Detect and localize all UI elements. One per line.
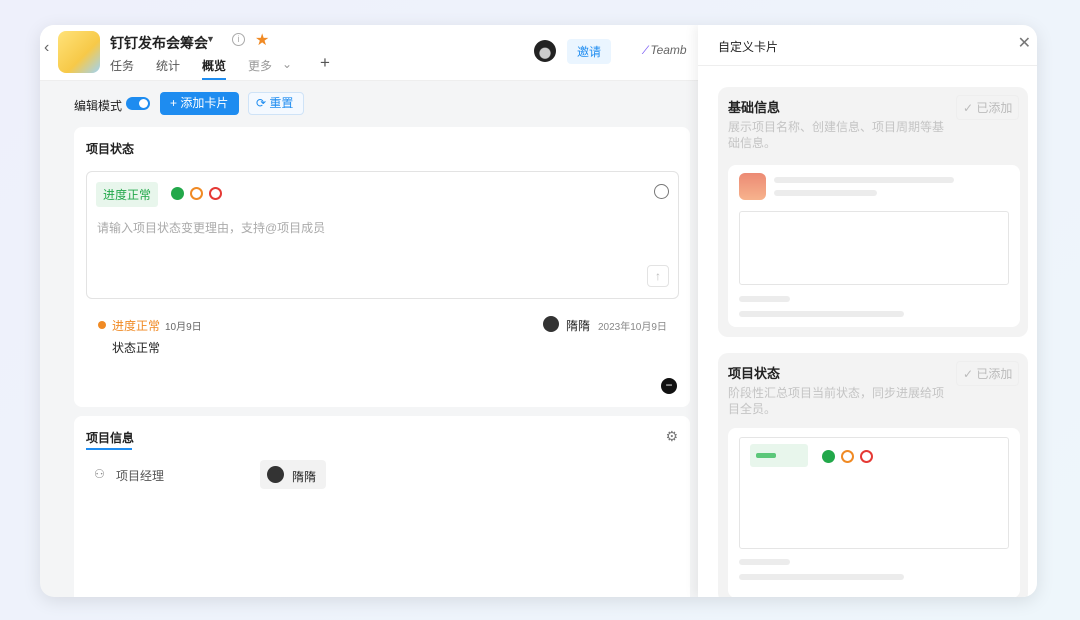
history-icon[interactable] xyxy=(654,184,669,199)
chevron-down-icon[interactable]: ⌄ xyxy=(282,57,292,71)
manager-label: 项目经理 xyxy=(116,469,165,483)
star-icon[interactable]: ★ xyxy=(255,30,269,50)
building-icon xyxy=(739,173,766,200)
header: ‹ 钉钉发布会筹会 ▼ i ★ 任务 统计 概览 更多 ⌄ + 邀请 ⁄ Tea… xyxy=(40,25,700,81)
teambition-label: Teamb xyxy=(650,43,687,57)
status-orange[interactable] xyxy=(190,187,203,200)
tab-stats[interactable]: 统计 xyxy=(156,57,180,74)
card-template-basic[interactable]: 基础信息 ✓ 已添加 展示项目名称、创建信息、项目周期等基础信息。 xyxy=(718,87,1028,337)
card-title: 项目信息 xyxy=(86,431,135,445)
refresh-icon: ⟳ xyxy=(256,96,270,110)
remove-card-icon[interactable]: − xyxy=(661,378,677,394)
info-icon[interactable]: i xyxy=(232,33,245,46)
close-icon[interactable]: ✕ xyxy=(1018,33,1031,53)
reset-label: 重置 xyxy=(269,96,294,110)
log-user: 隋隋 xyxy=(566,319,591,333)
back-icon[interactable]: ‹ xyxy=(44,39,49,57)
teambition-link[interactable]: ⁄ Teamb xyxy=(645,43,687,57)
template-title: 基础信息 xyxy=(728,100,781,115)
title-underline xyxy=(86,448,132,450)
status-red xyxy=(860,450,873,463)
invite-button[interactable]: 邀请 xyxy=(567,39,612,64)
status-green[interactable] xyxy=(171,187,184,200)
reason-input[interactable]: 请输入项目状态变更理由，支持@项目成员 xyxy=(97,219,325,236)
project-status-card: 项目状态 进度正常 请输入项目状态变更理由，支持@项目成员 ↑ 进度正常 10月… xyxy=(74,127,690,407)
status-red[interactable] xyxy=(209,187,222,200)
edit-mode-toggle[interactable] xyxy=(126,97,150,110)
log-time: 2023年10月9日 xyxy=(598,322,667,333)
added-label: 已添加 xyxy=(976,367,1013,381)
tab-tasks[interactable]: 任务 xyxy=(110,57,134,74)
status-green xyxy=(822,450,835,463)
panel-title: 自定义卡片 xyxy=(718,40,779,54)
template-desc: 展示项目名称、创建信息、项目周期等基础信息。 xyxy=(728,120,945,150)
project-info-card: 项目信息 ⚙ ⚇ 项目经理 隋隋 xyxy=(74,416,690,597)
added-button[interactable]: ✓ 已添加 xyxy=(956,95,1020,120)
project-title[interactable]: 钉钉发布会筹会 xyxy=(110,33,208,53)
project-avatar xyxy=(58,31,100,73)
manager-chip[interactable]: 隋隋 xyxy=(260,460,326,489)
status-editor[interactable]: 进度正常 请输入项目状态变更理由，支持@项目成员 ↑ xyxy=(86,171,679,299)
edit-mode-label: 编辑模式 xyxy=(74,99,123,113)
tab-overview[interactable]: 概览 xyxy=(202,57,226,74)
manager-avatar xyxy=(267,466,284,483)
log-date: 10月9日 xyxy=(165,322,202,333)
card-template-status[interactable]: 项目状态 ✓ 已添加 阶段性汇总项目当前状态，同步进展给项目全员。 xyxy=(718,353,1028,597)
add-card-label: 添加卡片 xyxy=(180,96,229,110)
add-tab-icon[interactable]: + xyxy=(320,53,330,73)
app-window: ‹ 钉钉发布会筹会 ▼ i ★ 任务 统计 概览 更多 ⌄ + 邀请 ⁄ Tea… xyxy=(40,25,1037,597)
manager-name: 隋隋 xyxy=(292,470,317,484)
log-status: 进度正常 xyxy=(112,319,161,333)
log-text: 状态正常 xyxy=(112,341,161,355)
log-avatar xyxy=(543,316,559,332)
template-desc: 阶段性汇总项目当前状态，同步进展给项目全员。 xyxy=(728,386,945,416)
gear-icon[interactable]: ⚙ xyxy=(665,428,678,445)
tab-indicator xyxy=(202,78,226,80)
log-dot xyxy=(98,321,106,329)
added-label: 已添加 xyxy=(976,101,1013,115)
custom-card-panel: 自定义卡片 ✕ 基础信息 ✓ 已添加 展示项目名称、创建信息、项目周期等基础信息… xyxy=(698,25,1037,597)
plus-icon: + xyxy=(170,96,181,110)
tab-more[interactable]: 更多 xyxy=(248,57,272,74)
title-dropdown-icon[interactable]: ▼ xyxy=(206,34,215,44)
card-title: 项目状态 xyxy=(86,142,135,156)
user-icon: ⚇ xyxy=(94,467,105,481)
send-icon[interactable]: ↑ xyxy=(647,265,669,287)
status-orange xyxy=(841,450,854,463)
status-badge[interactable]: 进度正常 xyxy=(96,182,159,207)
reset-button[interactable]: ⟳ 重置 xyxy=(248,92,304,115)
user-avatar[interactable] xyxy=(534,40,556,62)
add-card-button[interactable]: + 添加卡片 xyxy=(160,92,239,115)
template-preview xyxy=(728,165,1020,327)
template-title: 项目状态 xyxy=(728,366,781,381)
added-button[interactable]: ✓ 已添加 xyxy=(956,361,1020,386)
template-preview xyxy=(728,428,1020,597)
